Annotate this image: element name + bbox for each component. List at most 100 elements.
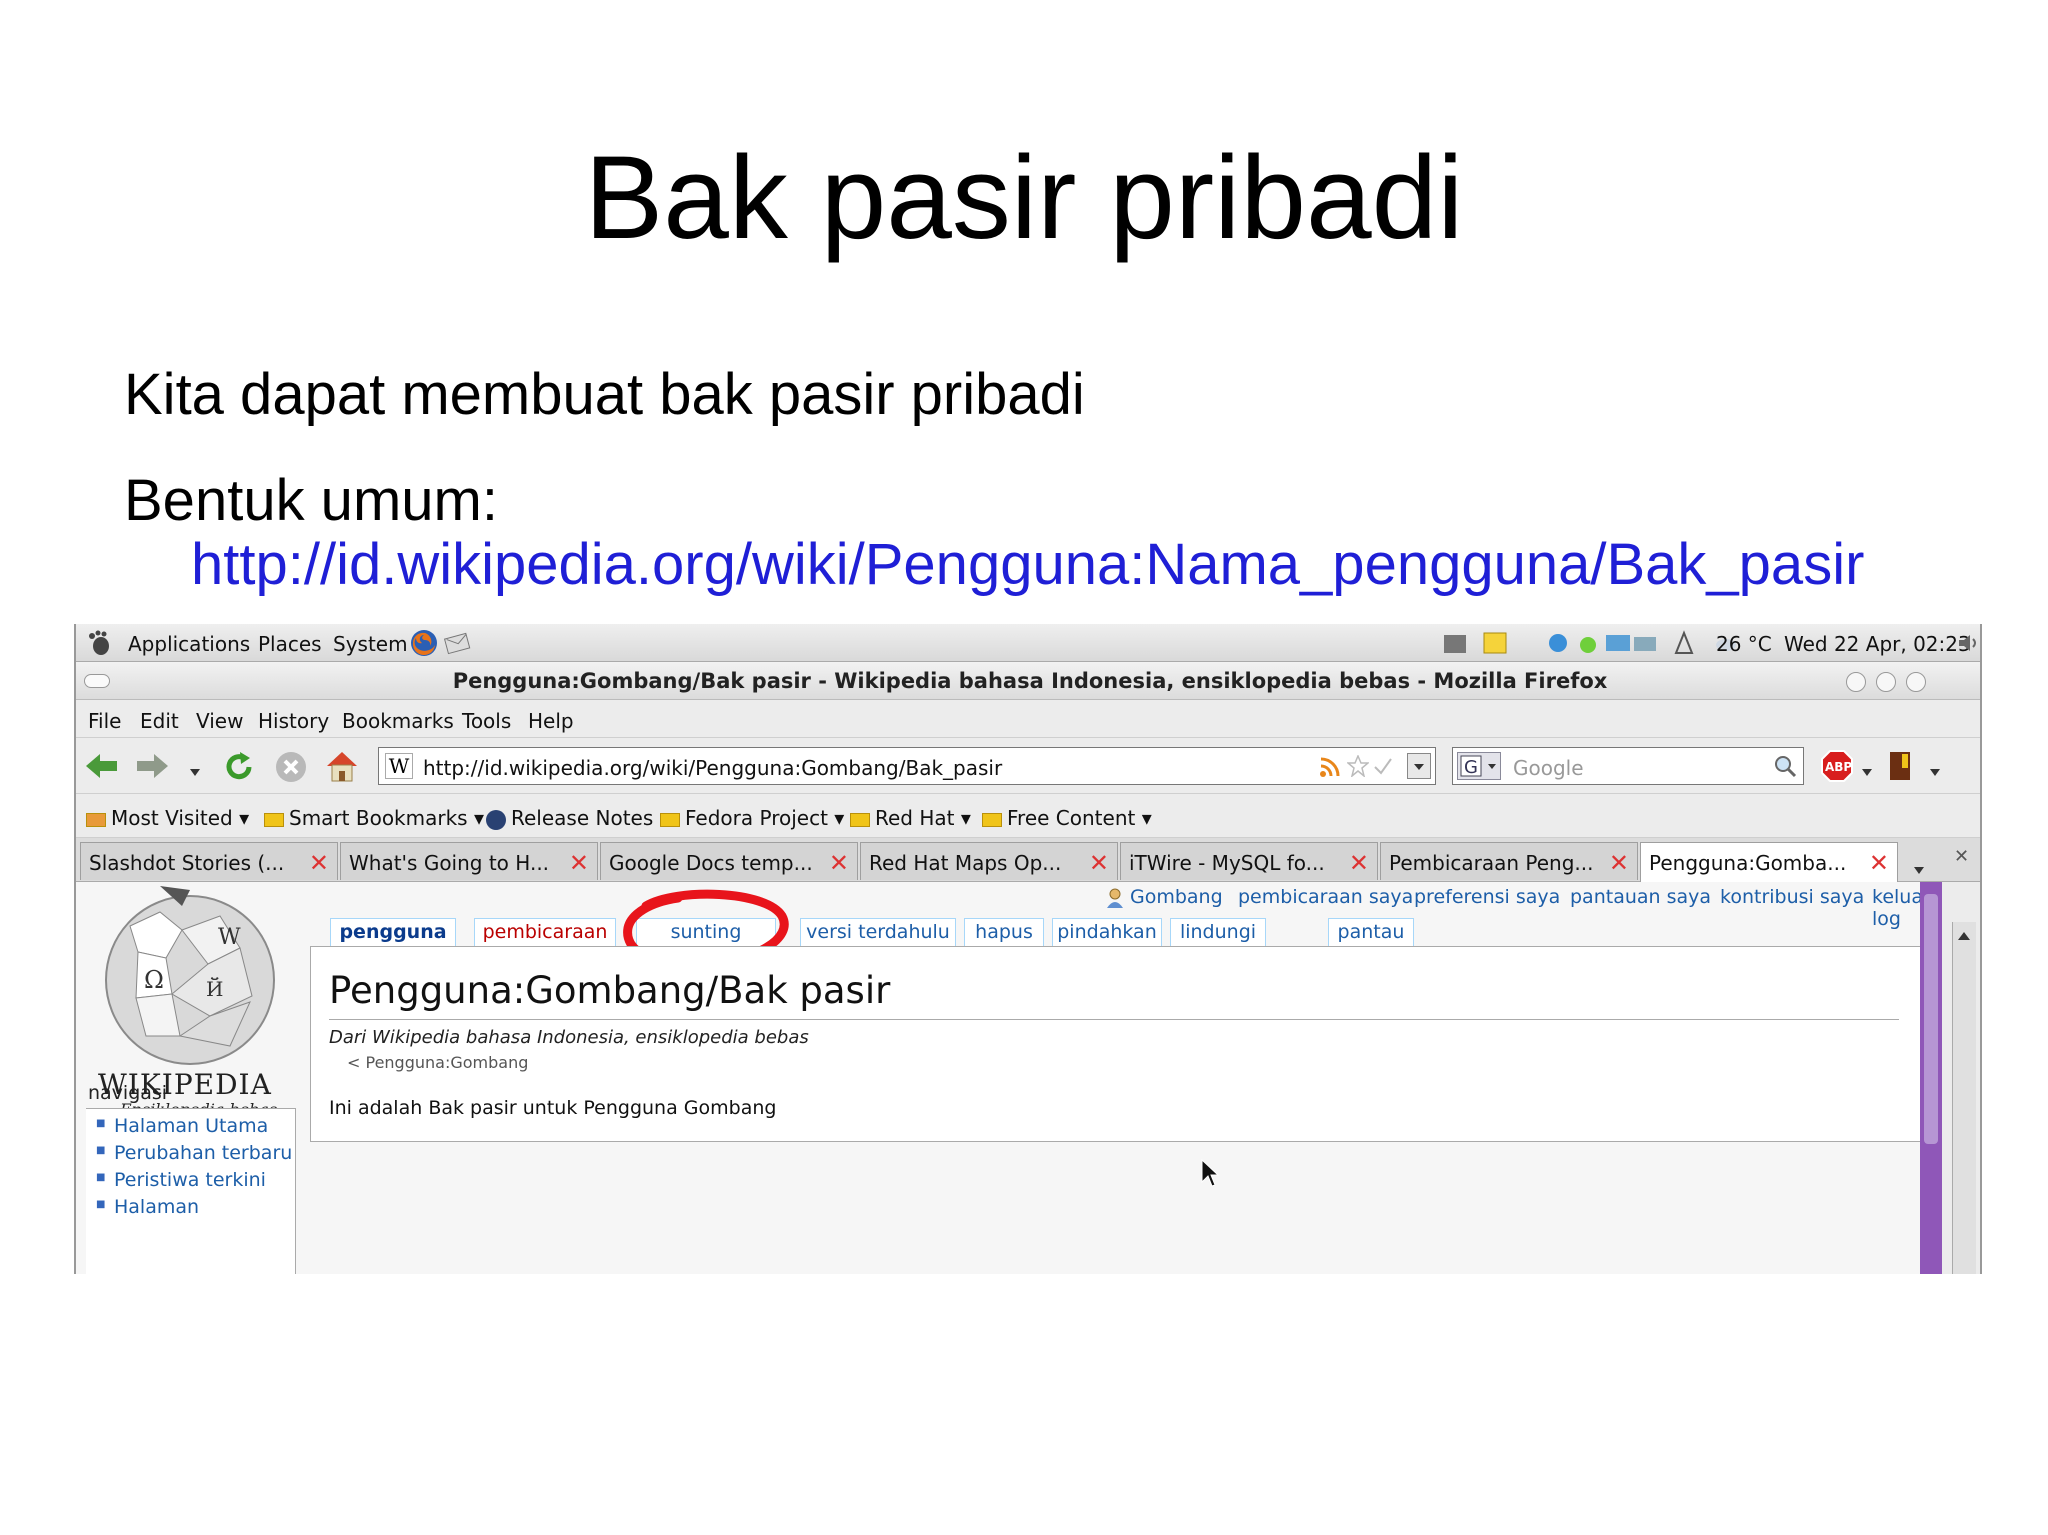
menu-file[interactable]: File — [88, 709, 121, 733]
toolbar-overflow-icon[interactable] — [1930, 762, 1940, 776]
page-scrollbar-thumb[interactable] — [1924, 894, 1938, 1144]
userlink-username[interactable]: Gombang — [1130, 886, 1223, 908]
bookmark-red-hat[interactable]: Red Hat ▾ — [850, 806, 971, 830]
panel-system-menu[interactable]: System — [333, 632, 408, 656]
tab-pembicaraan[interactable]: Pembicaraan Peng... ✕ — [1380, 842, 1638, 880]
close-tab-icon[interactable]: ✕ — [829, 849, 849, 877]
tab-hapus[interactable]: hapus — [964, 918, 1044, 946]
tab-bar: Slashdot Stories (... ✕ What's Going to H… — [76, 838, 1980, 882]
bookmark-smart-bookmarks[interactable]: Smart Bookmarks ▾ — [264, 806, 484, 830]
url-dropdown-icon[interactable] — [1407, 753, 1431, 779]
nav-item-pages[interactable]: Halaman — [96, 1196, 199, 1218]
tab-slashdot[interactable]: Slashdot Stories (... ✕ — [80, 842, 338, 880]
tab-label: Pengguna:Gomba... — [1649, 851, 1847, 875]
adblock-plus-icon[interactable]: ABP — [1820, 749, 1854, 783]
minimize-button[interactable] — [1846, 672, 1866, 692]
close-tabbar-icon[interactable]: ✕ — [1954, 846, 1972, 867]
menu-help[interactable]: Help — [528, 709, 574, 733]
bookmark-fedora-project[interactable]: Fedora Project ▾ — [660, 806, 844, 830]
tab-label: Pembicaraan Peng... — [1389, 851, 1594, 875]
sandbox-url-template[interactable]: http://id.wikipedia.org/wiki/Pengguna:Na… — [191, 530, 1864, 600]
folder-icon — [850, 812, 870, 827]
close-tab-icon[interactable]: ✕ — [1349, 849, 1369, 877]
bookmark-free-content[interactable]: Free Content ▾ — [982, 806, 1152, 830]
tab-label: What's Going to H... — [349, 851, 550, 875]
rss-feed-icon[interactable] — [1319, 756, 1341, 778]
nav-item-current-events[interactable]: Peristiwa terkini — [96, 1169, 266, 1191]
reload-icon[interactable] — [222, 750, 256, 784]
wikipedia-globe-logo[interactable]: Ω W Й — [90, 886, 280, 1066]
search-placeholder: Google — [1513, 756, 1584, 780]
bookmark-label: Fedora Project — [685, 806, 828, 830]
search-box[interactable]: G Google — [1452, 747, 1804, 785]
magnifier-search-icon[interactable] — [1773, 754, 1797, 778]
tab-pembicaraan-page[interactable]: pembicaraan — [474, 918, 616, 946]
google-engine-icon[interactable]: G — [1457, 752, 1501, 780]
menu-view[interactable]: View — [196, 709, 243, 733]
volume-icon[interactable] — [1956, 631, 1980, 655]
maximize-button[interactable] — [1876, 672, 1896, 692]
tab-pindahkan[interactable]: pindahkan — [1052, 918, 1162, 946]
email-launcher-icon[interactable] — [443, 631, 474, 655]
page-body-text: Ini adalah Bak pasir untuk Pengguna Gomb… — [329, 1097, 777, 1119]
outer-scrollbar[interactable] — [1952, 922, 1976, 1274]
tab-versi-terdahulu[interactable]: versi terdahulu — [800, 918, 956, 946]
bookmark-label: Smart Bookmarks — [289, 806, 468, 830]
close-tab-icon[interactable]: ✕ — [1869, 849, 1889, 877]
tab-lindungi[interactable]: lindungi — [1170, 918, 1266, 946]
forward-arrow-icon[interactable] — [134, 750, 170, 782]
close-tab-icon[interactable]: ✕ — [569, 849, 589, 877]
menu-edit[interactable]: Edit — [140, 709, 179, 733]
window-title-bar[interactable]: Pengguna:Gombang/Bak pasir - Wikipedia b… — [76, 662, 1980, 700]
home-icon[interactable] — [324, 748, 360, 784]
close-tab-icon[interactable]: ✕ — [1089, 849, 1109, 877]
tab-label: iTWire - MySQL fo... — [1129, 851, 1325, 875]
bullet-text-general-form: Bentuk umum: — [124, 468, 498, 533]
tab-whats-going[interactable]: What's Going to H... ✕ — [340, 842, 598, 880]
url-bar[interactable]: W http://id.wikipedia.org/wiki/Pengguna:… — [378, 747, 1436, 785]
nav-item-recent-changes[interactable]: Perubahan terbaru — [96, 1142, 292, 1164]
list-tabs-icon[interactable] — [1914, 856, 1924, 874]
check-icon[interactable] — [1373, 756, 1393, 776]
userlink-watchlist[interactable]: pantauan saya — [1570, 886, 1711, 908]
panel-applications-menu[interactable]: Applications — [128, 632, 250, 656]
tab-red-hat-maps[interactable]: Red Hat Maps Op... ✕ — [860, 842, 1118, 880]
menu-bookmarks[interactable]: Bookmarks — [342, 709, 454, 733]
bookmark-star-icon[interactable] — [1345, 754, 1371, 779]
close-tab-icon[interactable]: ✕ — [1609, 849, 1629, 877]
menu-tools[interactable]: Tools — [462, 709, 511, 733]
menu-history[interactable]: History — [258, 709, 329, 733]
scroll-up-arrow-icon[interactable] — [1958, 926, 1970, 940]
panel-places-menu[interactable]: Places — [258, 632, 322, 656]
bookmark-release-notes[interactable]: Release Notes — [486, 806, 653, 830]
tab-label: Red Hat Maps Op... — [869, 851, 1062, 875]
navigation-portlet: Halaman Utama Perubahan terbaru Peristiw… — [86, 1108, 296, 1274]
adblock-dropdown-icon[interactable] — [1862, 762, 1872, 776]
tab-google-docs[interactable]: Google Docs temp... ✕ — [600, 842, 858, 880]
close-tab-icon[interactable]: ✕ — [309, 849, 329, 877]
tab-pantau[interactable]: pantau — [1328, 918, 1414, 946]
bookmarks-toolbar: Most Visited ▾ Smart Bookmarks ▾ Release… — [76, 794, 1980, 838]
panel-clock[interactable]: Wed 22 Apr, 02:23 — [1784, 632, 1971, 656]
tab-pengguna[interactable]: pengguna — [330, 918, 456, 946]
tab-pengguna-active[interactable]: Pengguna:Gomba... ✕ — [1640, 842, 1898, 882]
history-dropdown-icon[interactable] — [190, 762, 200, 776]
book-addon-icon[interactable] — [1886, 750, 1914, 782]
userlink-my-talk[interactable]: pembicaraan saya — [1238, 886, 1413, 908]
breadcrumb[interactable]: < Pengguna:Gombang — [347, 1053, 528, 1072]
user-icon — [1106, 888, 1124, 908]
content-area: Pengguna:Gombang/Bak pasir Dari Wikipedi… — [310, 946, 1920, 1142]
firefox-launcher-icon[interactable] — [410, 629, 438, 657]
tab-label: Google Docs temp... — [609, 851, 813, 875]
close-window-button[interactable] — [1906, 672, 1926, 692]
back-arrow-icon[interactable] — [84, 750, 120, 782]
stop-icon[interactable] — [274, 750, 308, 784]
tab-itwire[interactable]: iTWire - MySQL fo... ✕ — [1120, 842, 1378, 880]
url-text[interactable]: http://id.wikipedia.org/wiki/Pengguna:Go… — [423, 756, 1002, 780]
panel-temperature[interactable]: 26 °C — [1716, 632, 1772, 656]
userlink-preferences[interactable]: preferensi saya — [1414, 886, 1560, 908]
bookmark-most-visited[interactable]: Most Visited ▾ — [86, 806, 249, 830]
nav-item-main-page[interactable]: Halaman Utama — [96, 1115, 268, 1137]
gnome-foot-icon[interactable] — [86, 630, 112, 656]
userlink-contributions[interactable]: kontribusi saya — [1720, 886, 1864, 908]
